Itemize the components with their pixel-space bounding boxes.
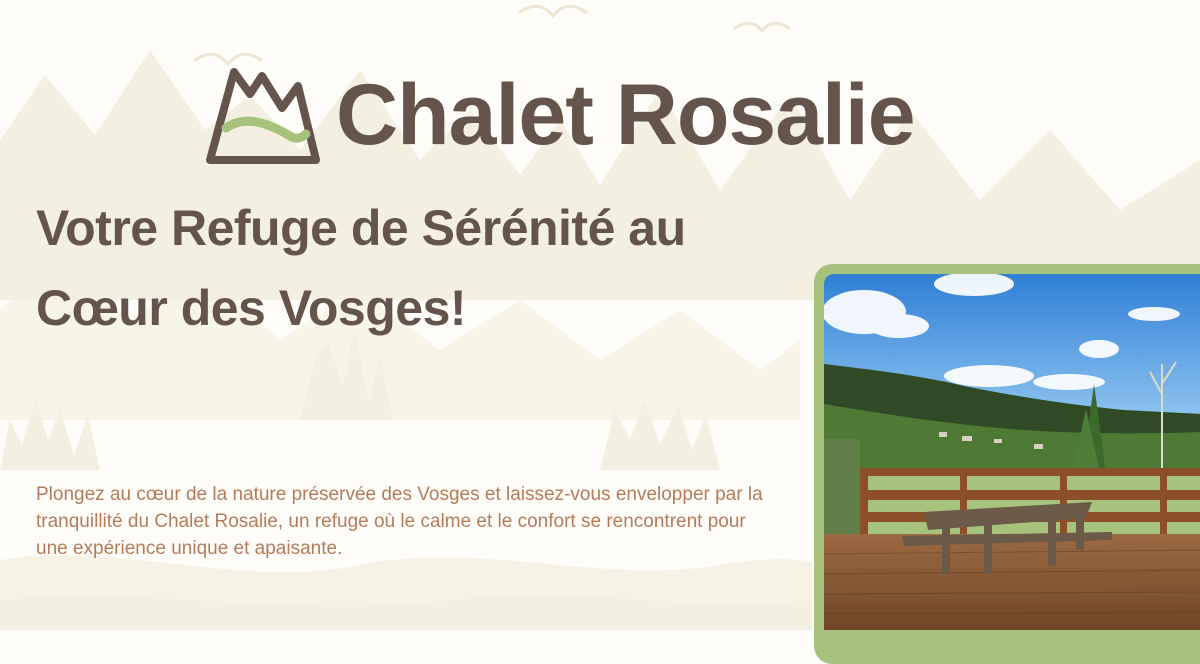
chalet-terrace-photo (824, 274, 1200, 630)
brand-logo[interactable]: Chalet Rosalie (204, 62, 916, 168)
hero-description: Plongez au cœur de la nature préservée d… (36, 484, 763, 559)
hero-headline: Votre Refuge de Sérénité au Cœur des Vos… (36, 200, 686, 336)
brand-name: Chalet Rosalie (336, 67, 916, 163)
photo-frame (814, 264, 1200, 664)
mountain-icon (206, 68, 320, 164)
